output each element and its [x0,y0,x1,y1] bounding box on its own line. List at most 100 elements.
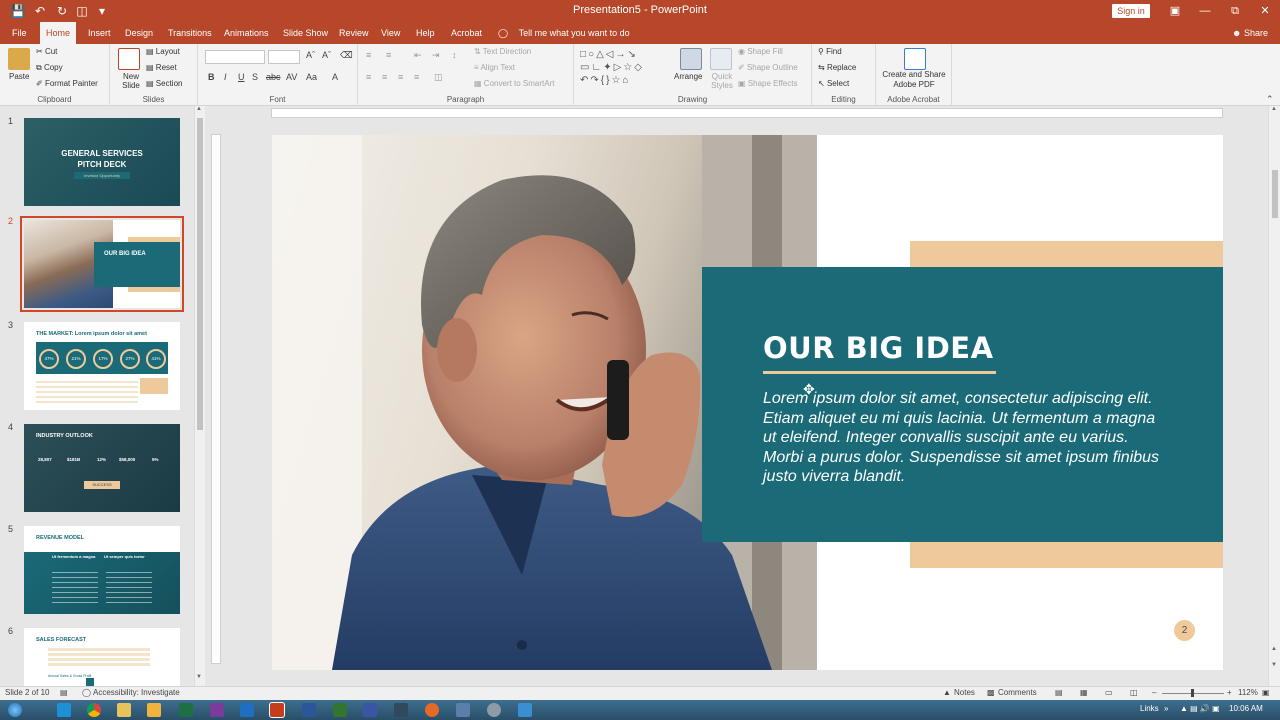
show-more-icon[interactable]: » [1164,704,1168,713]
tab-home[interactable]: Home [40,22,77,44]
ribbon-display-options-icon[interactable]: ▣ [1160,2,1190,20]
tab-transitions[interactable]: Transitions [162,22,218,44]
clock[interactable]: 10:06 AM [1229,704,1263,713]
onenote-icon[interactable] [210,703,224,717]
restore-icon[interactable]: ⧉ [1220,2,1250,20]
clear-formatting-icon[interactable]: ⌫ [340,50,353,61]
bullets-icon[interactable]: ≡ [366,50,371,60]
teal-text-box[interactable]: OUR BIG IDEA Lorem ipsum dolor sit amet,… [702,267,1223,542]
tan-accent-bar-top[interactable] [910,241,1223,267]
links-toolbar[interactable]: Links [1140,704,1159,713]
font-size-field[interactable] [268,50,300,64]
thumbnail-slide-4[interactable]: INDUSTRY OUTLOOK 28,807 $181B 12% $58,00… [24,424,180,512]
copy-button[interactable]: ⧉ Copy [36,63,63,73]
quick-styles-button[interactable]: Quick Styles [708,72,736,90]
change-case-icon[interactable]: Aa [306,72,317,82]
decrease-indent-icon[interactable]: ⇤ [414,50,422,61]
notes-button[interactable]: Notes [954,688,975,697]
thumbnails-scrollbar[interactable]: ▲ ▼ [194,106,205,686]
shape-fill-button[interactable]: ◉ Shape Fill [738,47,783,56]
normal-view-icon[interactable]: ▤ [1055,688,1063,697]
project-icon[interactable] [333,703,347,717]
comments-button[interactable]: Comments [998,688,1037,697]
app-icon[interactable] [456,703,470,717]
slideshow-icon[interactable]: ◫ [1130,688,1138,697]
tab-file[interactable]: File [6,22,33,44]
shapes-gallery[interactable]: □○△◁→↘ ▭∟✦▷☆◇ ↶↷{}☆⌂ [580,48,672,90]
reading-view-icon[interactable]: ▭ [1105,688,1113,697]
fit-slide-icon[interactable]: ▣ [1262,688,1270,697]
next-slide-icon[interactable]: ▼ [1271,662,1277,668]
align-text-button[interactable]: ≡ Align Text [474,63,515,72]
zoom-in-icon[interactable]: + [1227,688,1232,697]
slide-scrollbar[interactable]: ▲ ▲ ▼ [1268,106,1280,686]
spellcheck-icon[interactable]: ▤ [60,688,68,697]
character-spacing-icon[interactable]: AV [286,72,297,82]
collapse-ribbon-icon[interactable]: ⌃ [1266,94,1274,105]
columns-icon[interactable]: ◫ [434,72,443,83]
new-slide-icon[interactable] [118,48,140,70]
internet-explorer-icon[interactable] [57,703,71,717]
file-explorer-icon[interactable] [117,703,131,717]
reset-button[interactable]: ▤ Reset [146,63,177,72]
tray-icons[interactable]: ▲ ▤ 🔊 ▣ [1180,704,1220,713]
strikethrough-icon[interactable]: abc [266,72,281,82]
select-button[interactable]: ↖ Select [818,79,849,88]
shape-effects-button[interactable]: ▣ Shape Effects [738,79,797,88]
start-button-icon[interactable] [8,703,22,717]
scroll-thumb[interactable] [1272,170,1278,218]
decrease-font-size-icon[interactable]: Aˇ [322,50,331,60]
text-direction-button[interactable]: ⇅ Text Direction [474,47,531,56]
tab-review[interactable]: Review [333,22,375,44]
chrome-icon[interactable] [87,703,101,717]
font-name-field[interactable] [205,50,265,64]
align-center-icon[interactable]: ≡ [382,72,387,82]
tab-design[interactable]: Design [119,22,159,44]
scroll-up-icon[interactable]: ▲ [1271,106,1277,112]
scroll-thumb[interactable] [197,118,203,430]
shadow-icon[interactable]: S [252,72,258,82]
thumbnail-slide-2[interactable]: OUR BIG IDEA [20,216,184,312]
create-share-pdf-button[interactable]: Create and Share Adobe PDF [880,70,948,90]
scroll-down-icon[interactable]: ▼ [196,674,202,680]
tab-acrobat[interactable]: Acrobat [445,22,488,44]
cut-button[interactable]: ✂ Cut [36,47,57,56]
font-color-icon[interactable]: A [332,72,338,82]
align-left-icon[interactable]: ≡ [366,72,371,82]
justify-icon[interactable]: ≡ [414,72,419,82]
accessibility-status[interactable]: Accessibility: Investigate [93,688,180,697]
pen-tool-icon[interactable] [394,703,408,717]
word-icon[interactable] [302,703,316,717]
tan-accent-bar-bottom[interactable] [910,542,1223,568]
scroll-up-icon[interactable]: ▲ [196,106,202,112]
underline-icon[interactable]: U [238,72,245,82]
tab-view[interactable]: View [375,22,406,44]
notes-icon[interactable]: ▲ [943,688,951,697]
arrange-button[interactable]: Arrange [674,72,702,81]
tab-animations[interactable]: Animations [218,22,275,44]
layout-button[interactable]: ▤ Layout [146,47,180,56]
outlook-icon[interactable] [240,703,254,717]
thumbnail-slide-3[interactable]: THE MARKET: Lorem ipsum dolor sit amet 4… [24,322,180,410]
numbering-icon[interactable]: ≡ [386,50,391,60]
sign-in-button[interactable]: Sign in [1112,4,1150,18]
excel-icon[interactable] [179,703,193,717]
zoom-slider-thumb[interactable] [1191,689,1194,697]
section-button[interactable]: ▤ Section [146,79,182,88]
convert-smartart-button[interactable]: ▦ Convert to SmartArt [474,79,554,88]
accessibility-icon[interactable]: ◯ [82,688,91,697]
slide-body-text[interactable]: Lorem ipsum dolor sit amet, consectetur … [763,389,1163,487]
current-slide[interactable]: OUR BIG IDEA Lorem ipsum dolor sit amet,… [272,135,1223,670]
bold-icon[interactable]: B [208,72,215,82]
network-app-icon[interactable] [518,703,532,717]
italic-icon[interactable]: I [224,72,227,82]
powerpoint-icon[interactable] [269,702,285,718]
increase-indent-icon[interactable]: ⇥ [432,50,440,61]
paste-icon[interactable] [8,48,30,70]
tab-slide-show[interactable]: Slide Show [277,22,334,44]
comments-icon[interactable]: ▩ [987,688,995,697]
thumbnail-slide-1[interactable]: GENERAL SERVICES PITCH DECK Investor Opp… [24,118,180,206]
line-spacing-icon[interactable]: ↕ [452,50,457,60]
previous-slide-icon[interactable]: ▲ [1271,646,1277,652]
tell-me-search[interactable]: ◯ Tell me what you want to do [498,22,630,44]
